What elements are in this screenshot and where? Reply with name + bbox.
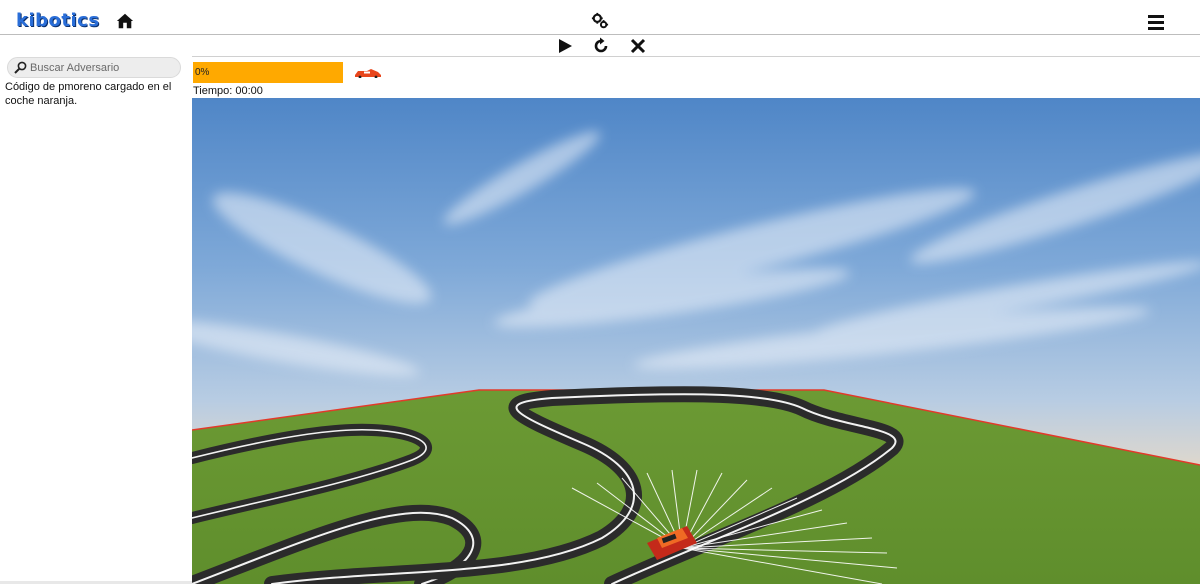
kibotics-logo[interactable]: kibotics	[16, 10, 100, 31]
hamburger-menu-icon[interactable]	[1148, 14, 1164, 30]
simulation-panel: 0% Tiempo: 00:00	[192, 56, 1200, 584]
sidebar: Código de pmoreno cargado en el coche na…	[0, 56, 192, 584]
gears-icon[interactable]	[591, 12, 609, 30]
car-icon	[355, 69, 381, 78]
search-box[interactable]	[7, 57, 181, 78]
play-icon[interactable]	[556, 37, 574, 55]
timer-label: Tiempo: 00:00	[193, 85, 263, 97]
top-navbar: kibotics	[0, 0, 1200, 35]
progress-bar: 0%	[193, 62, 343, 83]
home-icon[interactable]	[116, 12, 134, 30]
search-icon	[14, 61, 27, 74]
search-input[interactable]	[30, 59, 178, 76]
reset-icon[interactable]	[592, 37, 610, 55]
close-icon[interactable]	[629, 37, 647, 55]
status-message: Código de pmoreno cargado en el coche na…	[5, 81, 172, 107]
simulation-toolbar	[0, 35, 1200, 57]
3d-simulation-viewport[interactable]	[192, 98, 1200, 584]
progress-label: 0%	[195, 67, 210, 78]
